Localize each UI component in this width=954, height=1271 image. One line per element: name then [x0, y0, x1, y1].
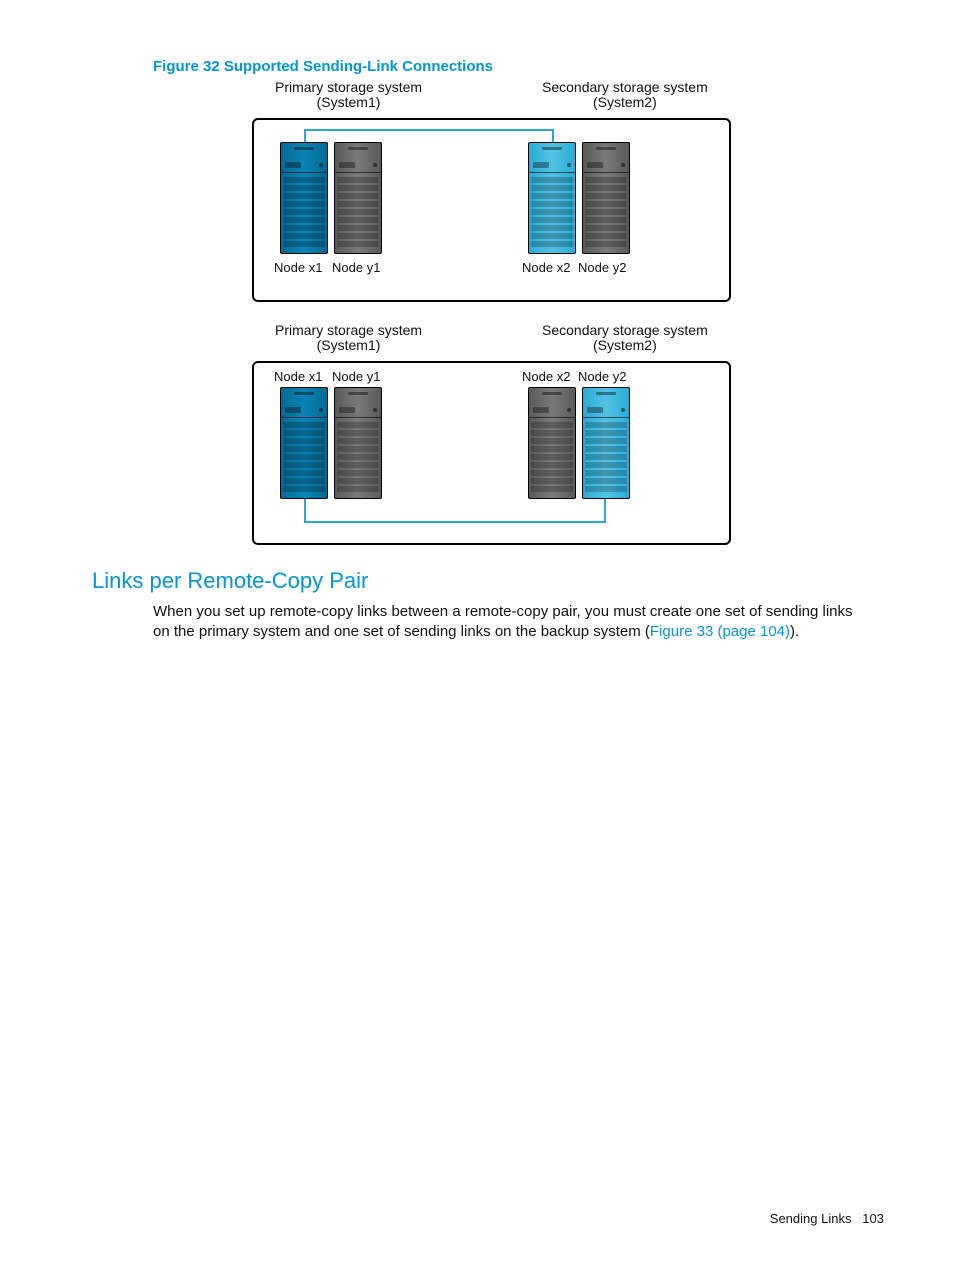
node-label-x2-2: Node x2 — [522, 369, 570, 384]
node-primary-x1 — [280, 142, 328, 254]
page-footer: Sending Links 103 — [770, 1211, 884, 1226]
primary-subtitle: (System1) — [317, 94, 381, 110]
node-secondary-x2-2 — [528, 387, 576, 499]
footer-page-number: 103 — [862, 1211, 884, 1226]
node-secondary-y2-2 — [582, 387, 630, 499]
node-secondary-x2 — [528, 142, 576, 254]
node-label-y2-2: Node y2 — [578, 369, 626, 384]
node-primary-x1-2 — [280, 387, 328, 499]
figure-diagram-bottom: Primary storage system (System1) Seconda… — [252, 323, 730, 548]
figure-diagram-top: Primary storage system (System1) Seconda… — [252, 80, 730, 301]
footer-section: Sending Links — [770, 1211, 852, 1226]
page: Figure 32 Supported Sending-Link Connect… — [0, 0, 954, 1271]
node-primary-y1-2 — [334, 387, 382, 499]
node-secondary-y2 — [582, 142, 630, 254]
figure-caption: Figure 32 Supported Sending-Link Connect… — [153, 58, 493, 75]
secondary-subtitle: (System2) — [593, 94, 657, 110]
secondary-subtitle-2: (System2) — [593, 337, 657, 353]
primary-title-2: Primary storage system — [275, 322, 422, 338]
node-primary-y1 — [334, 142, 382, 254]
section-heading: Links per Remote-Copy Pair — [92, 568, 368, 594]
figure-cross-reference-link[interactable]: Figure 33 (page 104) — [650, 623, 790, 640]
node-label-y1: Node y1 — [332, 260, 380, 275]
node-label-x1: Node x1 — [274, 260, 322, 275]
node-label-x1-2: Node x1 — [274, 369, 322, 384]
primary-title: Primary storage system — [275, 79, 422, 95]
node-label-y2: Node y2 — [578, 260, 626, 275]
body-paragraph: When you set up remote-copy links betwee… — [153, 602, 873, 643]
node-label-x2: Node x2 — [522, 260, 570, 275]
node-label-y1-2: Node y1 — [332, 369, 380, 384]
primary-subtitle-2: (System1) — [317, 337, 381, 353]
secondary-title: Secondary storage system — [542, 79, 708, 95]
body-post: ). — [790, 623, 799, 640]
secondary-title-2: Secondary storage system — [542, 322, 708, 338]
